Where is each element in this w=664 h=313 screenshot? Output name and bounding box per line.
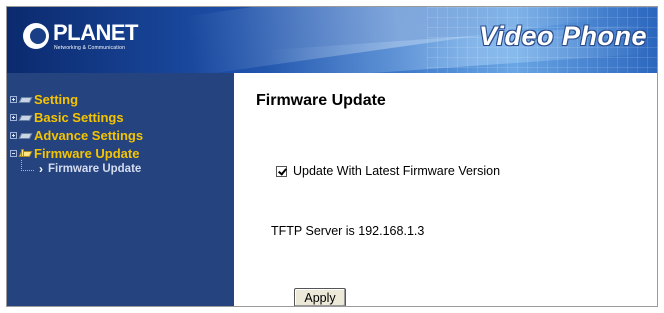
app-frame: PLANET Networking & Communication Video … (6, 6, 658, 307)
sidebar-item-advance-settings[interactable]: Advance Settings (10, 126, 143, 144)
expand-plus-icon[interactable] (10, 131, 17, 139)
folder-icon (19, 94, 33, 104)
sidebar-subitem-label: Firmware Update (48, 163, 142, 175)
header-banner: PLANET Networking & Communication Video … (7, 7, 657, 73)
sidebar-item-label: Firmware Update (34, 145, 140, 161)
update-latest-checkbox[interactable] (276, 165, 287, 177)
update-latest-label[interactable]: Update With Latest Firmware Version (293, 164, 500, 178)
apply-button[interactable]: Apply (294, 288, 346, 306)
main-content: Firmware Update Update With Latest Firmw… (234, 73, 657, 306)
tree-connector (21, 159, 34, 171)
planet-logo-icon (23, 23, 49, 49)
sidebar-item-label: Advance Settings (34, 127, 144, 143)
sidebar-item-label: Basic Settings (34, 109, 124, 125)
tftp-server-text: TFTP Server is 192.168.1.3 (271, 224, 425, 238)
page-title: Firmware Update (256, 92, 386, 109)
product-name: Video Phone (478, 21, 647, 51)
sidebar-item-setting[interactable]: Setting (10, 90, 78, 108)
folder-icon (19, 112, 33, 122)
sidebar-item-basic-settings[interactable]: Basic Settings (10, 108, 124, 126)
folder-icon (19, 130, 33, 140)
open-folder-icon (19, 148, 33, 158)
expand-plus-icon[interactable] (10, 113, 17, 121)
collapse-minus-icon[interactable] (10, 149, 17, 157)
logo-tagline: Networking & Communication (54, 45, 126, 51)
sidebar-item-label: Setting (34, 91, 79, 107)
expand-plus-icon[interactable] (10, 95, 17, 103)
update-option-row: Update With Latest Firmware Version (276, 164, 500, 178)
sidebar-subitem-firmware-update[interactable]: › Firmware Update (21, 159, 142, 177)
sidebar-menu: Setting Basic Settings Advance Settings … (7, 73, 234, 306)
logo-text: PLANET (53, 20, 139, 45)
chevron-right-icon: › (39, 162, 43, 176)
